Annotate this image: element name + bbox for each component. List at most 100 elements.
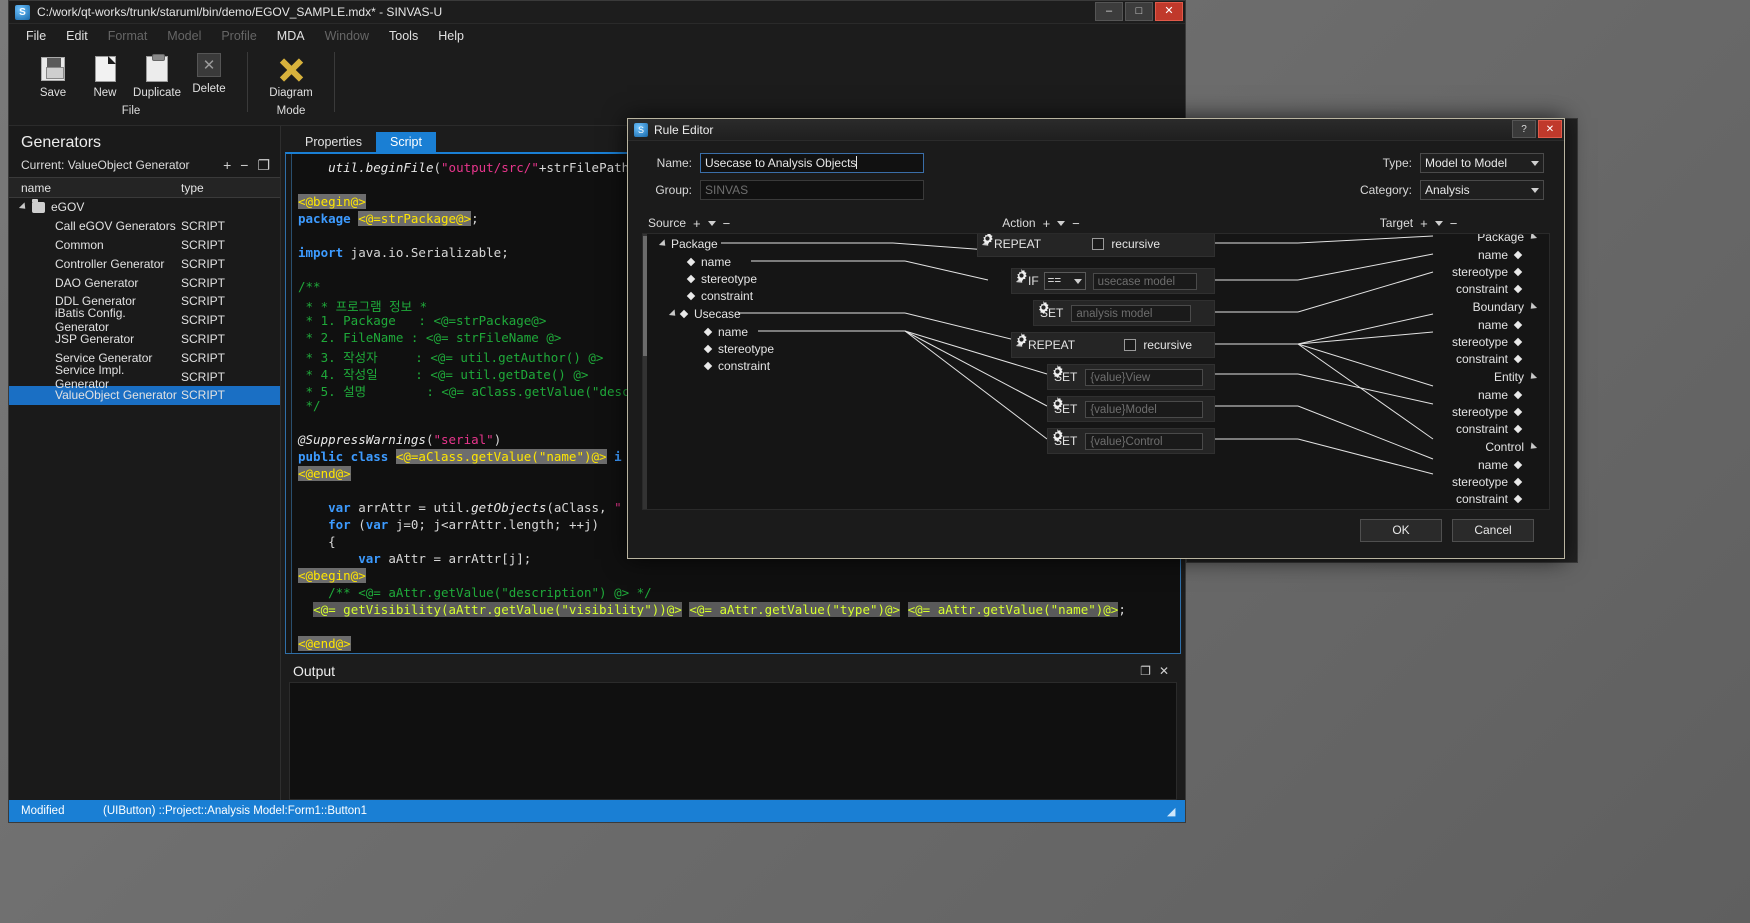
target-node-stereotype[interactable]: stereotype	[1452, 405, 1521, 419]
source-node-constraint[interactable]: constraint	[688, 289, 753, 303]
gear-icon[interactable]	[1051, 365, 1064, 378]
recursive-checkbox[interactable]	[1124, 339, 1136, 351]
target-remove-icon[interactable]: −	[1450, 216, 1458, 231]
new-button[interactable]: New	[79, 48, 131, 99]
group-input[interactable]: SINVAS	[700, 180, 924, 200]
source-add-chevron-icon[interactable]	[708, 221, 716, 226]
diagram-button-label: Diagram	[269, 87, 312, 99]
target-add-icon[interactable]: +	[1420, 216, 1428, 231]
delete-button-label: Delete	[192, 83, 225, 95]
rule-mapping-canvas[interactable]: Package name stereotype constraint Useca…	[642, 233, 1550, 510]
remove-generator-icon[interactable]: −	[240, 158, 248, 172]
gear-icon[interactable]	[981, 233, 994, 245]
target-node-name[interactable]: name	[1478, 388, 1521, 402]
recursive-checkbox[interactable]	[1092, 238, 1104, 250]
tab-properties[interactable]: Properties	[291, 132, 376, 152]
target-node-constraint[interactable]: constraint	[1456, 422, 1521, 436]
list-item[interactable]: DAO Generator SCRIPT	[9, 273, 280, 292]
cancel-button[interactable]: Cancel	[1452, 519, 1534, 542]
gear-icon[interactable]	[1015, 333, 1028, 346]
expand-triangle-icon[interactable]	[659, 239, 668, 248]
source-node-usecase-constraint[interactable]: constraint	[705, 359, 770, 373]
list-item[interactable]: Common SCRIPT	[9, 236, 280, 255]
generators-list[interactable]: eGOV Call eGOV Generators SCRIPT Common …	[9, 198, 280, 800]
menu-file[interactable]: File	[17, 26, 55, 46]
list-item-selected[interactable]: ValueObject Generator SCRIPT	[9, 386, 280, 405]
category-dropdown[interactable]: Analysis	[1420, 180, 1544, 200]
gear-icon[interactable]	[1051, 397, 1064, 410]
source-node-usecase-stereotype[interactable]: stereotype	[705, 342, 774, 356]
duplicate-button[interactable]: Duplicate	[131, 48, 183, 99]
target-add-chevron-icon[interactable]	[1435, 221, 1443, 226]
set-value-input[interactable]: {value}Control	[1085, 433, 1203, 450]
type-dropdown[interactable]: Model to Model	[1420, 153, 1544, 173]
action-set-3[interactable]: SET {value}Model	[1047, 396, 1215, 422]
minimize-button[interactable]: –	[1095, 2, 1123, 21]
menu-edit[interactable]: Edit	[57, 26, 97, 46]
if-value-input[interactable]: usecase model	[1093, 273, 1197, 290]
target-node-stereotype[interactable]: stereotype	[1452, 265, 1521, 279]
close-icon[interactable]: ✕	[1159, 664, 1169, 678]
rule-editor-close-button[interactable]: ✕	[1538, 120, 1562, 138]
action-set-2[interactable]: SET {value}View	[1047, 364, 1215, 390]
target-node-entity[interactable]: Entity	[1494, 370, 1535, 384]
target-node-name[interactable]: name	[1478, 458, 1521, 472]
action-remove-icon[interactable]: −	[1072, 216, 1080, 231]
list-item[interactable]: Service Impl. Generator SCRIPT	[9, 367, 280, 386]
source-remove-icon[interactable]: −	[723, 216, 731, 231]
source-node-package[interactable]: Package	[661, 237, 718, 251]
list-item[interactable]: Controller Generator SCRIPT	[9, 254, 280, 273]
ok-button[interactable]: OK	[1360, 519, 1442, 542]
action-add-icon[interactable]: +	[1043, 216, 1051, 231]
expand-triangle-icon[interactable]	[669, 309, 678, 318]
help-button[interactable]: ?	[1512, 120, 1536, 138]
menu-tools[interactable]: Tools	[380, 26, 427, 46]
save-button[interactable]: Save	[27, 48, 79, 99]
target-node-package[interactable]: Package	[1477, 233, 1535, 244]
tab-script[interactable]: Script	[376, 132, 436, 152]
copy-generator-icon[interactable]: ❐	[257, 158, 270, 172]
target-node-boundary[interactable]: Boundary	[1473, 300, 1535, 314]
target-node-constraint[interactable]: constraint	[1456, 492, 1521, 506]
close-button[interactable]: ✕	[1155, 2, 1183, 21]
list-item[interactable]: JSP Generator SCRIPT	[9, 330, 280, 349]
target-node-name[interactable]: name	[1478, 318, 1521, 332]
source-node-usecase[interactable]: Usecase	[671, 307, 741, 321]
target-node-constraint[interactable]: constraint	[1456, 352, 1521, 366]
source-node-usecase-name[interactable]: name	[705, 325, 748, 339]
source-node-name[interactable]: name	[688, 255, 731, 269]
menu-mda[interactable]: MDA	[268, 26, 314, 46]
list-item[interactable]: Call eGOV Generators SCRIPT	[9, 217, 280, 236]
target-node-control[interactable]: Control	[1485, 440, 1535, 454]
list-item[interactable]: iBatis Config. Generator SCRIPT	[9, 311, 280, 330]
action-add-chevron-icon[interactable]	[1057, 221, 1065, 226]
action-repeat-1[interactable]: REPEAT recursive	[977, 233, 1215, 257]
target-node-name[interactable]: name	[1478, 248, 1521, 262]
set-value-input[interactable]: analysis model	[1071, 305, 1191, 322]
set-value-input[interactable]: {value}View	[1085, 369, 1203, 386]
source-node-stereotype[interactable]: stereotype	[688, 272, 757, 286]
target-node-constraint[interactable]: constraint	[1456, 282, 1521, 296]
resize-grip-icon[interactable]: ◢	[1167, 805, 1185, 818]
diagram-mode-button[interactable]: Diagram	[260, 48, 322, 99]
action-set-1[interactable]: SET analysis model	[1033, 300, 1215, 326]
gear-icon[interactable]	[1051, 429, 1064, 442]
tree-root-egov[interactable]: eGOV	[9, 198, 280, 217]
target-node-stereotype[interactable]: stereotype	[1452, 475, 1521, 489]
maximize-button[interactable]: □	[1125, 2, 1153, 21]
gear-icon[interactable]	[1015, 269, 1028, 282]
set-value-input[interactable]: {value}Model	[1085, 401, 1203, 418]
action-if-1[interactable]: IF == usecase model	[1011, 268, 1215, 294]
gear-icon[interactable]	[1037, 301, 1050, 314]
action-set-4[interactable]: SET {value}Control	[1047, 428, 1215, 454]
action-repeat-2[interactable]: REPEAT recursive	[1011, 332, 1215, 358]
source-add-icon[interactable]: +	[693, 216, 701, 231]
target-node-stereotype[interactable]: stereotype	[1452, 335, 1521, 349]
add-generator-icon[interactable]: +	[223, 158, 231, 172]
menu-help[interactable]: Help	[429, 26, 473, 46]
expand-triangle-icon[interactable]	[19, 203, 28, 212]
operator-dropdown[interactable]: ==	[1044, 272, 1086, 290]
pin-icon[interactable]: ❐	[1140, 664, 1151, 678]
name-input[interactable]: Usecase to Analysis Objects	[700, 153, 924, 173]
output-content[interactable]	[289, 682, 1177, 800]
